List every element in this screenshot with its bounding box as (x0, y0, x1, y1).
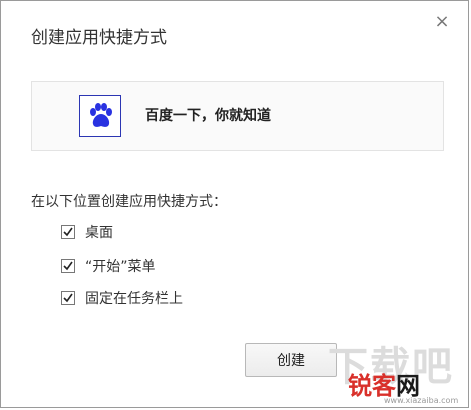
location-section-label: 在以下位置创建应用快捷方式： (31, 194, 227, 210)
app-name: 百度一下，你就知道 (145, 108, 271, 124)
option-start-menu-label: “开始”菜单 (85, 259, 156, 275)
baidu-paw-icon (79, 95, 121, 137)
option-start-menu[interactable]: “开始”菜单 (61, 257, 156, 275)
option-pin-taskbar[interactable]: 固定在任务栏上 (61, 289, 183, 307)
pin-taskbar-checkbox[interactable] (61, 291, 75, 305)
option-desktop[interactable]: 桌面 (61, 223, 113, 241)
option-desktop-label: 桌面 (85, 225, 113, 241)
close-icon[interactable]: × (431, 11, 453, 33)
dialog-title: 创建应用快捷方式 (31, 28, 167, 48)
desktop-checkbox[interactable] (61, 225, 75, 239)
checkmark-icon (63, 227, 73, 237)
create-shortcut-dialog: 创建应用快捷方式 × 百度一下，你就知道 在以下位置创建应用快捷方式： 桌面 “… (0, 0, 469, 408)
start-menu-checkbox[interactable] (61, 259, 75, 273)
checkmark-icon (63, 261, 73, 271)
option-pin-taskbar-label: 固定在任务栏上 (85, 291, 183, 307)
create-button[interactable]: 创建 (245, 343, 337, 377)
checkmark-icon (63, 293, 73, 303)
